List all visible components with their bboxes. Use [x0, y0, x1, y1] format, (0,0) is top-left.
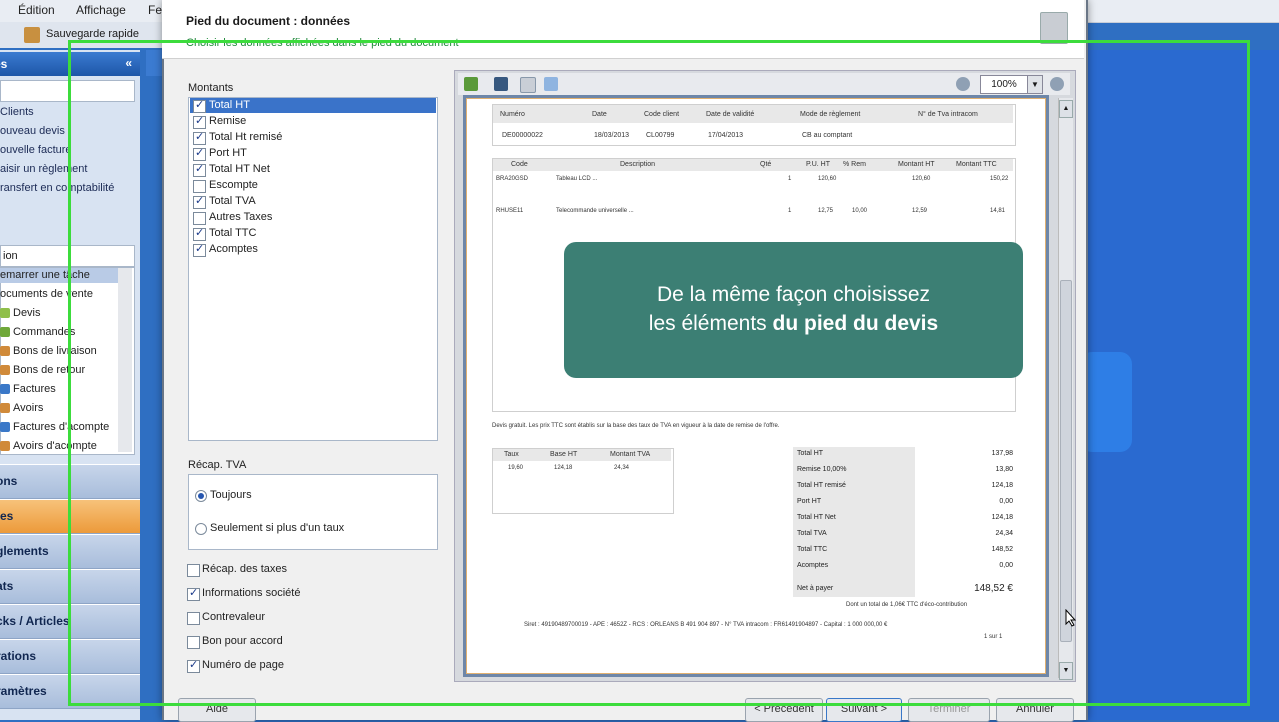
menu-affichage[interactable]: Affichage: [76, 3, 126, 17]
task-clients[interactable]: Clients: [0, 106, 34, 118]
nav-label: glements: [0, 544, 49, 558]
nav-label: ats: [0, 579, 14, 593]
nav-label: tes: [0, 509, 14, 523]
tree-label: Avoirs: [13, 402, 44, 414]
invoice-icon: [0, 384, 10, 395]
devis-icon: [0, 308, 10, 319]
menu-fenetre[interactable]: Fe: [148, 3, 162, 17]
nav-label: ramètres: [0, 684, 47, 698]
menu-edition[interactable]: Édition: [18, 3, 55, 17]
section-label: ion: [3, 250, 18, 262]
tree-item-devis[interactable]: Devis: [0, 307, 41, 319]
tree-label: Commandes: [13, 326, 76, 338]
return-icon: [0, 365, 10, 376]
nav-label: rations: [0, 649, 37, 663]
delivery-icon: [0, 346, 10, 357]
tree-item-commandes[interactable]: Commandes: [0, 326, 75, 338]
dialog-title: Pied du document : données: [186, 14, 351, 28]
tree-label: Factures: [13, 383, 56, 395]
order-icon: [0, 327, 10, 338]
deposit-credit-icon: [0, 441, 10, 452]
task-new-quote[interactable]: ouveau devis: [0, 125, 65, 137]
task-new-invoice[interactable]: ouvelle facture: [0, 144, 72, 156]
tree-item-invoices[interactable]: Factures: [0, 383, 56, 395]
tree-label: Devis: [13, 307, 41, 319]
tree-item-credits[interactable]: Avoirs: [0, 402, 43, 414]
nav-label: ons: [0, 474, 18, 488]
green-highlight-frame: [68, 40, 1250, 706]
deposit-invoice-icon: [0, 422, 10, 433]
quick-save-icon[interactable]: [24, 27, 40, 43]
nav-label: cks / Articles: [0, 614, 70, 628]
credit-icon: [0, 403, 10, 414]
left-pane-title: es: [0, 57, 8, 71]
quick-save-label[interactable]: Sauvegarde rapide: [46, 28, 139, 40]
